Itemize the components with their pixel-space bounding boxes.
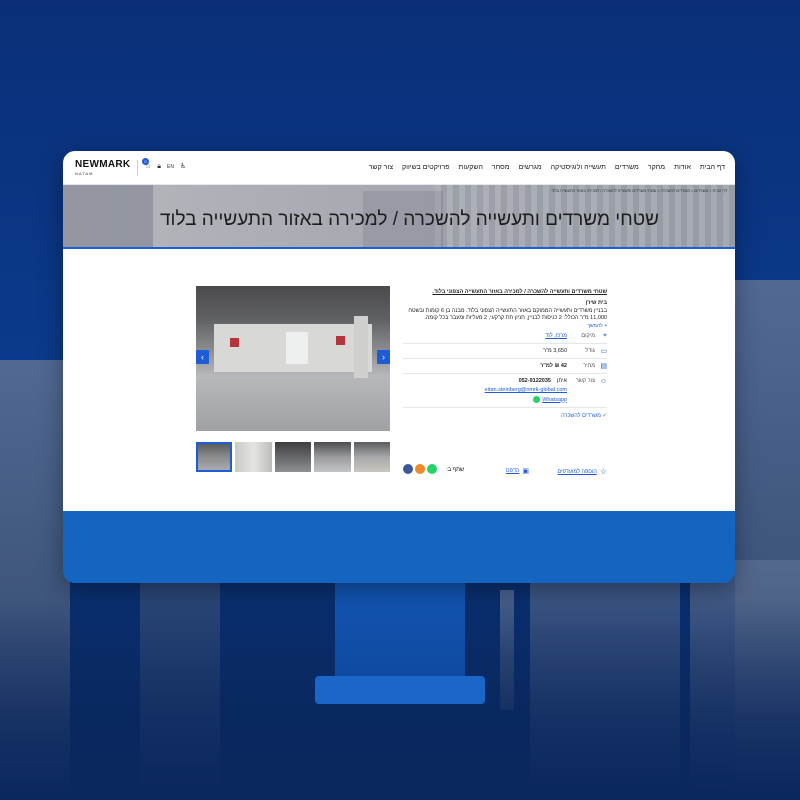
share-buttons	[403, 464, 437, 474]
location-value[interactable]: מרכז, לוד	[403, 333, 567, 339]
nav-industry-logistics[interactable]: תעשייה ולוגיסטיקה	[551, 164, 606, 171]
contact-email[interactable]: eitan.steinberg@nmrk-global.com	[485, 387, 567, 393]
contact-row: ☺ צור קשר איתן 052-9122035 eitan.steinbe…	[403, 374, 607, 408]
category-tag[interactable]: ✓ משרדים להשכרה	[403, 413, 607, 419]
email-share-icon[interactable]	[415, 464, 425, 474]
contact-label: צור קשר	[575, 378, 595, 384]
facebook-share-icon[interactable]	[403, 464, 413, 474]
building-name: בית שירן	[585, 300, 607, 306]
monitor-stand-neck	[335, 583, 465, 678]
hero-building-left	[63, 185, 153, 249]
location-label: מיקום	[581, 333, 595, 339]
listing-content: ‹ › שטחי משרדים ותעשייה להשכרה / למכירה …	[63, 249, 735, 511]
monitor-screen: NEWMARK NATAM ☆ 0 🔒︎ EN ♿︎ דף הבית אודות …	[63, 151, 735, 583]
site-header: NEWMARK NATAM ☆ 0 🔒︎ EN ♿︎ דף הבית אודות …	[63, 151, 735, 185]
nav-retail[interactable]: מסחר	[492, 164, 510, 171]
header-divider	[137, 160, 138, 176]
whatsapp-label: Whatsapp	[542, 396, 567, 403]
whatsapp-link[interactable]: Whatsapp	[485, 396, 567, 403]
nav-contact[interactable]: צור קשר	[369, 164, 393, 171]
lock-icon[interactable]: 🔒︎	[157, 163, 161, 171]
size-label: גודל	[585, 348, 595, 354]
gallery-next-arrow-icon[interactable]: ›	[377, 350, 390, 364]
contact-person-icon: ☺	[599, 378, 607, 385]
listing-title: שטחי משרדים ותעשייה להשכרה / למכירה באזו…	[432, 289, 607, 295]
listing-details: שטחי משרדים ותעשייה להשכרה / למכירה באזו…	[403, 289, 607, 419]
star-icon: ☆	[599, 467, 607, 476]
site-footer	[63, 511, 735, 583]
listing-actions: ☆ הוספה למועדפים ▣ הדפס שתף ב:	[403, 464, 607, 478]
logo-subtitle: NATAM	[75, 171, 94, 176]
print-button[interactable]: ▣ הדפס	[506, 467, 529, 475]
nav-about[interactable]: אודות	[674, 164, 691, 171]
contact-phone[interactable]: 052-9122035	[519, 378, 551, 384]
map-pin-icon: ⌖	[603, 332, 607, 339]
ruler-icon: ▭	[600, 348, 607, 355]
thumbnail[interactable]	[196, 442, 233, 472]
nav-home[interactable]: דף הבית	[700, 164, 725, 171]
size-value: 3,650 מ"ר	[543, 348, 567, 354]
monitor-stand-base	[315, 676, 485, 704]
whatsapp-share-icon[interactable]	[427, 464, 437, 474]
gallery-prev-arrow-icon[interactable]: ‹	[196, 350, 209, 364]
print-label: הדפס	[506, 468, 520, 474]
listing-description: בבניין משרדים ותעשייה הממוקם באזור התעשי…	[408, 308, 607, 321]
whatsapp-icon	[533, 396, 541, 403]
nav-projects[interactable]: פרויקטים בשיווק	[402, 164, 449, 171]
price-value: 42 ₪ למ"ר	[540, 363, 567, 369]
photo-red-panel	[230, 338, 239, 347]
contact-details: איתן 052-9122035 eitan.steinberg@nmrk-gl…	[485, 378, 567, 403]
price-row: ▤ מחיר 42 ₪ למ"ר	[403, 359, 607, 374]
contact-name: איתן	[556, 378, 567, 384]
printer-icon: ▣	[522, 468, 529, 475]
thumbnail[interactable]	[274, 442, 312, 472]
thumbnail[interactable]	[235, 442, 272, 472]
add-favorites-button[interactable]: ☆ הוספה למועדפים	[557, 467, 607, 476]
page-title: שטחי משרדים ותעשייה להשכרה / למכירה באזו…	[160, 209, 659, 230]
share-label: שתף ב:	[446, 467, 464, 473]
language-switch[interactable]: EN	[167, 163, 174, 171]
location-row: ⌖ מיקום מרכז, לוד	[403, 329, 607, 344]
photo-doorway	[286, 332, 308, 364]
thumbnail[interactable]	[314, 442, 351, 472]
photo-column	[354, 316, 368, 378]
nav-research[interactable]: מחקר	[648, 164, 665, 171]
breadcrumb[interactable]: דף הבית > משרדים > משרדים להשכרה > שטחי …	[551, 188, 727, 193]
nav-lots[interactable]: מגרשים	[519, 164, 542, 171]
price-tag-icon: ▤	[600, 363, 607, 370]
photo-red-panel	[336, 336, 345, 345]
gallery-thumbnails	[196, 442, 391, 472]
main-nav: דף הבית אודות מחקר משרדים תעשייה ולוגיסט…	[369, 164, 725, 171]
header-tools: ☆ 0 🔒︎ EN ♿︎	[142, 158, 186, 171]
favorites-star-icon[interactable]: ☆ 0	[142, 158, 151, 171]
main-photo[interactable]: ‹ ›	[196, 286, 390, 431]
price-label: מחיר	[583, 363, 595, 369]
logo-wordmark: NEWMARK	[75, 159, 131, 170]
favorites-count-badge: 0	[142, 158, 149, 165]
add-favorites-label: הוספה למועדפים	[557, 468, 597, 475]
logo[interactable]: NEWMARK NATAM	[75, 159, 130, 176]
hero-banner: דף הבית > משרדים > משרדים להשכרה > שטחי …	[63, 185, 735, 249]
thumbnail[interactable]	[353, 442, 391, 472]
nav-offices[interactable]: משרדים	[615, 164, 639, 171]
size-row: ▭ גודל 3,650 מ"ר	[403, 344, 607, 359]
accessibility-icon[interactable]: ♿︎	[180, 163, 186, 171]
nav-investments[interactable]: השקעות	[458, 164, 482, 171]
share-label-wrap: שתף ב:	[446, 467, 464, 473]
